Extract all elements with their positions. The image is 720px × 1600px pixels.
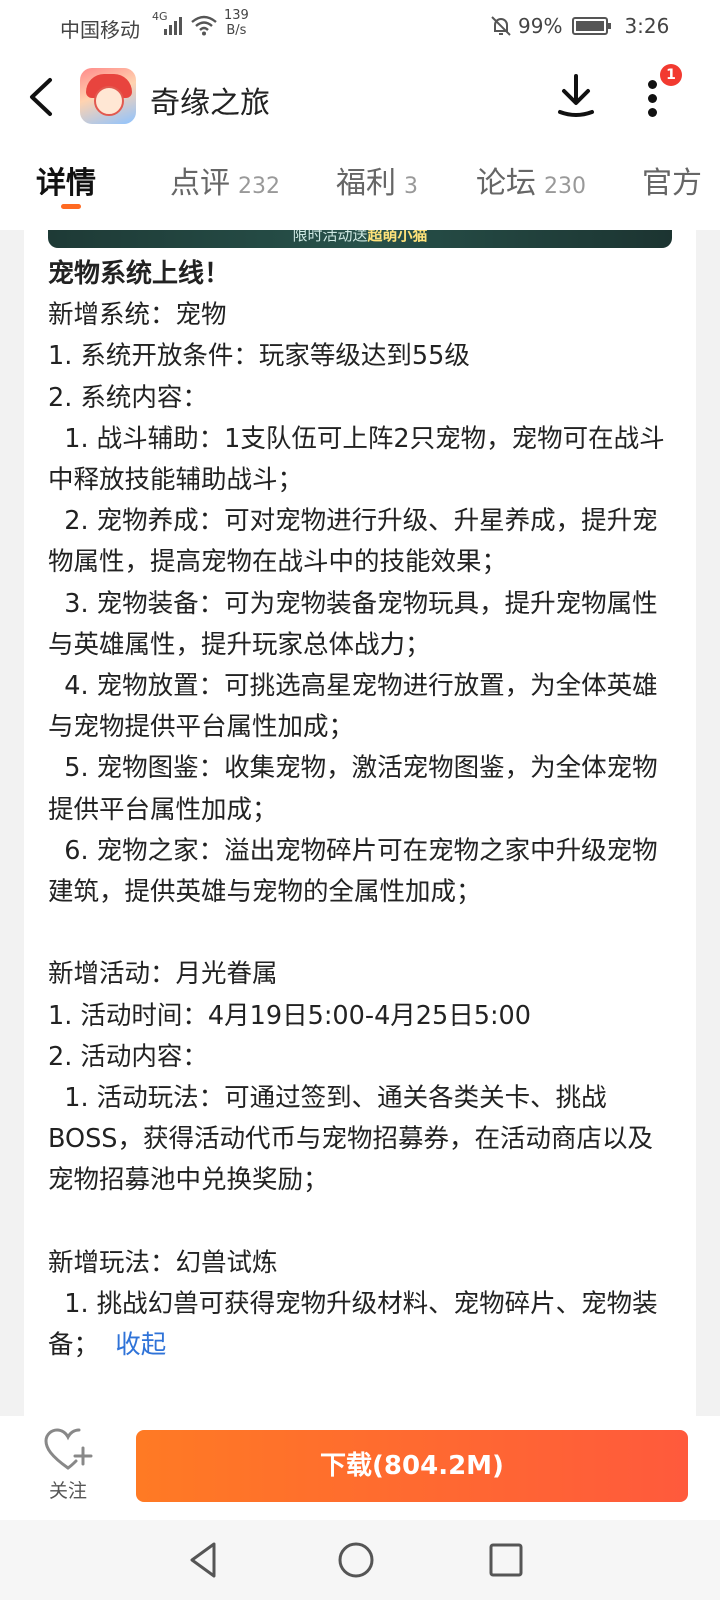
tab-count: 3: [404, 174, 418, 199]
heart-plus-icon: [44, 1428, 93, 1470]
tab-count: 230: [544, 174, 586, 199]
follow-label: 关注: [48, 1480, 87, 1502]
status-right-group: 99% 3:26: [490, 14, 669, 38]
article-line: 1. 活动时间：4月19日5:00-4月25日5:00: [48, 1000, 532, 1031]
banner-text-prefix: 限时活动送: [292, 230, 368, 244]
carrier-name: 中国移动: [60, 18, 140, 42]
article-line: 5. 宠物图鉴：收集宠物，激活宠物图鉴，为全体宠物提供平台属性加成；: [48, 753, 658, 825]
speed-value: 139: [224, 8, 249, 23]
nav-recents-icon[interactable]: [484, 1538, 528, 1582]
article-blank-line: [48, 1202, 678, 1243]
tab-benefits[interactable]: 福利 3: [336, 158, 418, 202]
bell-off-icon: [491, 16, 511, 36]
article-line: 新增玩法：幻兽试炼: [48, 1247, 278, 1278]
app-header: 奇缘之旅 1: [0, 52, 720, 144]
update-notes: 宠物系统上线！ 新增系统：宠物 1. 系统开放条件：玩家等级达到55级 2. 系…: [48, 254, 678, 1366]
article-line: 1. 活动玩法：可通过签到、通关各类关卡、挑战BOSS，获得活动代币与宠物招募券…: [48, 1083, 653, 1196]
article-line: 新增系统：宠物: [48, 300, 227, 331]
tab-reviews[interactable]: 点评 232: [170, 158, 280, 202]
tab-indicator: [61, 204, 81, 209]
network-speed: 139 B/s: [224, 8, 249, 38]
collapse-link[interactable]: 收起: [115, 1330, 166, 1360]
signal-icon: [164, 15, 186, 35]
tab-details[interactable]: 详情: [36, 158, 96, 202]
article-line: 2. 系统内容：: [48, 382, 208, 413]
nav-home-icon[interactable]: [334, 1538, 378, 1582]
nav-back-icon[interactable]: [182, 1538, 226, 1582]
article-line: 2. 活动内容：: [48, 1041, 208, 1072]
back-arrow-icon[interactable]: [22, 74, 62, 120]
promo-banner[interactable]: 限时活动送超萌小猫: [48, 230, 672, 248]
system-nav-bar: [0, 1520, 720, 1600]
article-line: 1. 战斗辅助：1支队伍可上阵2只宠物，宠物可在战斗中释放技能辅助战斗；: [48, 423, 665, 496]
tab-label: 详情: [36, 166, 96, 201]
detail-content[interactable]: 限时活动送超萌小猫 宠物系统上线！ 新增系统：宠物 1. 系统开放条件：玩家等级…: [24, 230, 696, 1416]
tab-label: 点评: [170, 166, 230, 201]
tab-bar: 详情 点评 232 福利 3 论坛 230 官方: [0, 144, 720, 230]
app-title: 奇缘之旅: [150, 86, 270, 121]
article-heading: 宠物系统上线！: [48, 259, 231, 289]
notification-badge: 1: [660, 64, 682, 86]
article-line: 1. 系统开放条件：玩家等级达到55级: [48, 341, 470, 372]
clock: 3:26: [624, 14, 670, 38]
tab-label: 论坛: [476, 166, 536, 201]
download-button[interactable]: 下载(804.2M): [136, 1430, 688, 1502]
action-bar: 关注 下载(804.2M): [0, 1416, 720, 1520]
article-line: 6. 宠物之家：溢出宠物碎片可在宠物之家中升级宠物建筑，提供英雄与宠物的全属性加…: [48, 835, 658, 908]
article-blank-line: [48, 913, 678, 954]
tab-count: 232: [238, 174, 280, 199]
article-line: 3. 宠物装备：可为宠物装备宠物玩具，提升宠物属性与英雄属性，提升玩家总体战力；: [48, 588, 658, 660]
wifi-icon: [191, 15, 217, 36]
banner-text: 限时活动送超萌小猫: [48, 230, 672, 245]
battery-icon: [572, 17, 612, 35]
banner-text-highlight: 超萌小猫: [367, 230, 428, 244]
battery-percent: 99%: [518, 14, 563, 38]
app-icon: [80, 68, 136, 124]
article-line: 4. 宠物放置：可挑选高星宠物进行放置，为全体英雄与宠物提供平台属性加成；: [48, 671, 658, 743]
article-line: 2. 宠物养成：可对宠物进行升级、升星养成，提升宠物属性，提高宠物在战斗中的技能…: [48, 506, 658, 578]
article-last-line: 1. 挑战幻兽可获得宠物升级材料、宠物碎片、宠物装备； 收起: [48, 1284, 678, 1366]
tab-label: 福利: [336, 166, 396, 201]
tab-label: 官方: [642, 166, 702, 201]
article-line: 新增活动：月光眷属: [48, 959, 278, 990]
tab-official[interactable]: 官方: [642, 158, 702, 202]
status-bar: 中国移动 4G 139 B/s 99% 3:26: [0, 0, 720, 52]
tab-forum[interactable]: 论坛 230: [476, 158, 586, 202]
download-icon[interactable]: [556, 72, 596, 118]
follow-button[interactable]: 关注: [30, 1428, 106, 1512]
speed-unit: B/s: [226, 23, 247, 38]
